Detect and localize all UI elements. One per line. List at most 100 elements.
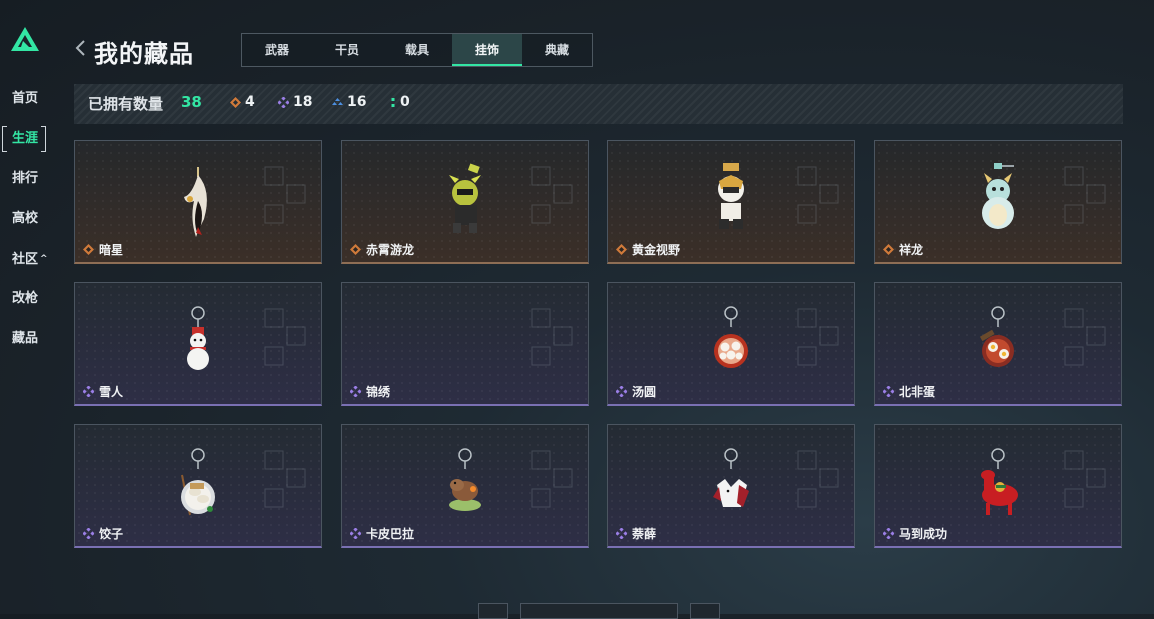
purple-rarity-icon [83,386,94,397]
charm-name-row: 北非蛋 [883,383,935,400]
orange-count: 4 [245,94,255,110]
charm-card[interactable]: 汤圆 [607,282,855,406]
orange-rarity-icon [230,96,241,108]
ownership-stats-bar: 已拥有数量 38 4 18 16 0 [74,84,1123,124]
charm-card[interactable]: 雪人 [74,282,322,406]
active-bracket [2,126,46,152]
sidebar-item-ranking[interactable]: 排行 [0,168,60,208]
sidebar-item-label: 高校 [12,211,39,226]
snowman-charm-icon [187,306,209,370]
purple-rarity-icon [83,528,94,539]
charm-name: 卡皮巴拉 [366,527,415,541]
charm-name-row: 祥龙 [883,241,923,258]
charm-name: 饺子 [99,527,124,541]
tab-charms[interactable]: 挂饰 [452,34,522,66]
sidebar-item-home[interactable]: 首页 [0,88,60,128]
card-grid-decoration [264,450,306,508]
charm-card[interactable]: 马到成功 [874,424,1122,548]
charm-name-row: 萘薛 [616,525,656,542]
green-count: 0 [400,94,410,110]
sidebar-item-label: 首页 [12,91,39,106]
back-chevron-icon[interactable] [74,38,88,58]
purple-rarity-stat: 18 [278,94,312,110]
green-rarity-stat: 0 [390,94,410,110]
charm-name-row: 饺子 [83,525,123,542]
tab-operators[interactable]: 干员 [312,34,382,66]
orange-rarity-icon [83,244,94,255]
page-title: 我的藏品 [94,40,194,68]
charm-name-row: 锦绣 [350,383,390,400]
purple-rarity-icon [278,96,289,108]
card-grid-decoration [797,450,839,508]
charm-card[interactable]: 北非蛋 [874,282,1122,406]
card-grid-decoration [531,450,573,508]
charm-card[interactable]: 祥龙 [874,140,1122,264]
orange-rarity-icon [883,244,894,255]
charm-name: 北非蛋 [899,385,936,399]
charm-card[interactable]: 赤霄游龙 [341,140,589,264]
tangyuan-charm-icon [714,306,748,368]
sidebar-item-colleges[interactable]: 高校 [0,208,60,248]
sidebar-item-community[interactable]: 社区 ^ [0,248,60,288]
charm-card[interactable]: 黄金视野 [607,140,855,264]
sidebar-item-label: 社区 [12,252,39,267]
shakshuka-charm-icon [979,306,1014,367]
purple-rarity-icon [883,386,894,397]
charm-card[interactable]: 锦绣 [341,282,589,406]
prev-page-button[interactable] [478,603,508,619]
purple-rarity-icon [883,528,894,539]
charm-name-row: 汤圆 [616,383,656,400]
blue-count: 16 [347,94,367,110]
next-page-button[interactable] [690,603,720,619]
charm-name: 雪人 [99,385,124,399]
page-indicator [520,603,678,619]
tab-vehicles[interactable]: 载具 [382,34,452,66]
sidebar-item-career[interactable]: 生涯 [0,126,60,168]
tab-collector[interactable]: 典藏 [522,34,592,66]
charm-name: 萘薛 [632,527,657,541]
charm-name-row: 暗星 [83,241,123,258]
auspicious-dragon-charm-icon [982,163,1014,229]
red-dragon-charm-icon [449,163,481,233]
sidebar-nav: 首页 生涯 排行 高校 社区 ^ 改枪 藏品 [0,88,60,368]
blue-rarity-stat: 16 [332,94,366,110]
charm-card[interactable]: 饺子 [74,424,322,548]
card-grid-decoration [531,308,573,366]
card-grid-decoration [531,166,573,224]
card-grid-decoration [1064,308,1106,366]
tab-weapons[interactable]: 武器 [242,34,312,66]
blue-rarity-icon [332,97,343,105]
purple-rarity-icon [616,528,627,539]
card-grid-decoration [1064,450,1106,508]
dumpling-charm-icon [181,448,215,516]
charm-name: 汤圆 [632,385,657,399]
naixue-charm-icon [713,448,749,507]
card-grid-decoration [797,166,839,224]
orange-rarity-icon [616,244,627,255]
dark-star-charm-icon [184,167,207,237]
charm-name: 祥龙 [899,243,924,257]
horse-charm-icon [981,448,1018,515]
owned-count-label: 已拥有数量 [88,95,164,113]
owned-count-value: 38 [181,93,202,111]
sidebar-item-gunsmith[interactable]: 改枪 [0,288,60,328]
orange-rarity-stat: 4 [230,94,255,110]
charm-card[interactable]: 萘薛 [607,424,855,548]
purple-rarity-icon [616,386,627,397]
charm-name: 赤霄游龙 [366,243,415,257]
sidebar-item-collection[interactable]: 藏品 [0,328,60,368]
charm-name-row: 雪人 [83,383,123,400]
golden-vision-charm-icon [718,163,744,229]
card-grid-decoration [797,308,839,366]
capybara-charm-icon [449,448,481,511]
charm-name: 暗星 [99,243,124,257]
charm-card[interactable]: 卡皮巴拉 [341,424,589,548]
green-rarity-icon [391,97,395,107]
charm-name-row: 赤霄游龙 [350,241,414,258]
purple-rarity-icon [350,528,361,539]
charm-name: 马到成功 [899,527,948,541]
sidebar-item-label: 藏品 [12,331,39,346]
charm-card[interactable]: 暗星 [74,140,322,264]
app-logo-icon[interactable] [10,26,40,52]
card-grid-decoration [264,166,306,224]
